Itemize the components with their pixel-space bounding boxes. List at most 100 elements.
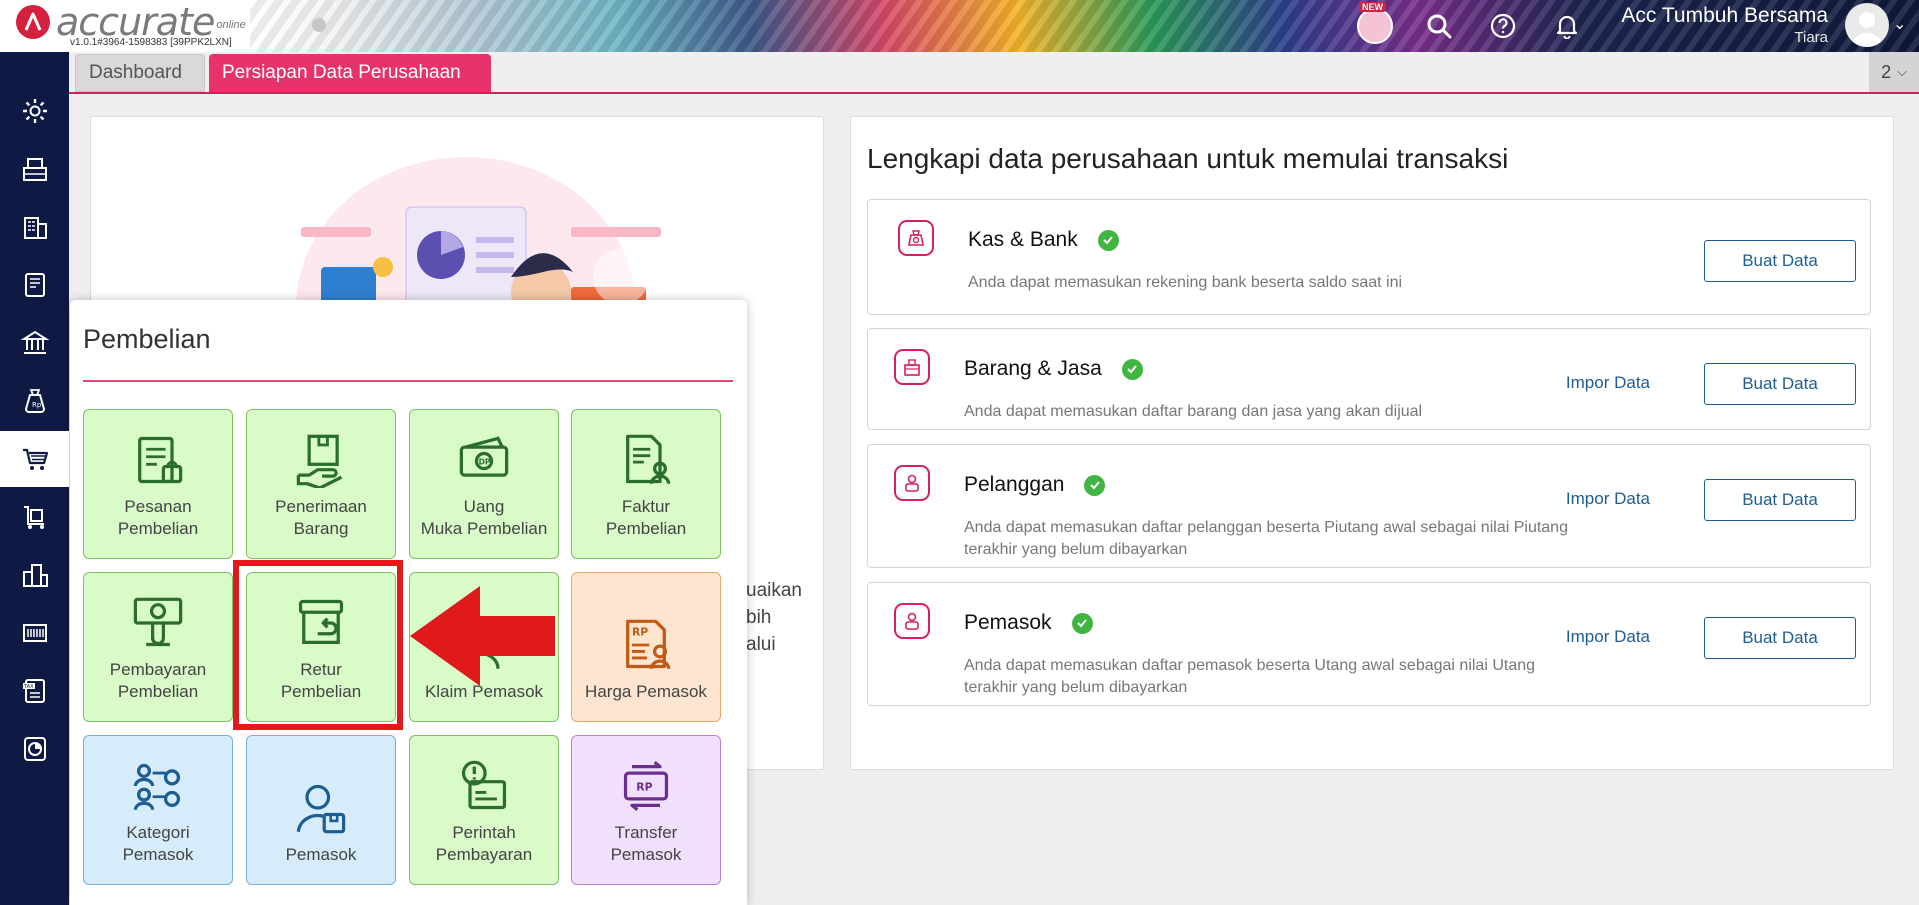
transfer-icon: RP: [623, 761, 669, 811]
popup-title: Pembelian: [83, 324, 211, 354]
menu-tile-label: Pembayaran Pembelian: [109, 660, 207, 701]
setup-item-pelanggan: Pelanggan Anda dapat memasukan daftar pe…: [867, 444, 1871, 568]
company-switcher[interactable]: Acc Tumbuh Bersama Tiara: [1610, 3, 1828, 46]
sidebar-item-barcode[interactable]: [0, 605, 69, 661]
svg-text:Rp: Rp: [32, 401, 42, 409]
setup-item-barang-jasa: Barang & Jasa Anda dapat memasukan dafta…: [867, 328, 1871, 430]
gear-icon: [22, 99, 47, 123]
sidebar-item-book[interactable]: [0, 257, 69, 313]
category-icon: [133, 763, 181, 810]
cart-icon: [22, 448, 48, 470]
menu-tile-uang-muka-pembelian[interactable]: DP Uang Muka Pembelian: [409, 409, 559, 559]
menu-tile-pesanan-pembelian[interactable]: Pesanan Pembelian: [83, 409, 233, 559]
menu-tile-label: Faktur Pembelian: [605, 497, 687, 538]
buat-data-button-barang-jasa[interactable]: Buat Data: [1704, 363, 1856, 405]
impor-data-link-pelanggan[interactable]: Impor Data: [1566, 489, 1650, 509]
setup-item-title: Pelanggan: [964, 473, 1065, 496]
setup-title: Lengkapi data perusahaan untuk memulai t…: [867, 143, 1509, 174]
logo-text: accurate: [56, 0, 215, 44]
building-icon: [23, 217, 47, 239]
logo-subtext: online: [216, 19, 246, 31]
menu-tile-pembayaran-pembelian[interactable]: Pembayaran Pembelian: [83, 572, 233, 722]
whats-new-button[interactable]: NEW: [1355, 2, 1395, 46]
menu-tile-perintah-pembayaran[interactable]: Perintah Pembayaran: [409, 735, 559, 885]
check-icon: [1097, 229, 1119, 251]
sidebar-item-bank[interactable]: [0, 315, 69, 371]
setup-item-pemasok: Pemasok Anda dapat memasukan daftar pema…: [867, 582, 1871, 706]
chevron-down-icon: ⌵: [1897, 64, 1907, 79]
svg-text:DP: DP: [479, 457, 491, 466]
sidebar-item-gear[interactable]: [0, 83, 69, 139]
menu-tile-pemasok[interactable]: Pemasok: [246, 735, 396, 885]
menu-tile-faktur-pembelian[interactable]: Faktur Pembelian: [571, 409, 721, 559]
new-badge: NEW: [1359, 2, 1386, 12]
sidebar-item-cart[interactable]: [0, 431, 69, 487]
supplier-icon: [296, 784, 346, 834]
payment-icon: [133, 597, 183, 647]
payment-order-icon: [461, 760, 507, 810]
search-icon: [1427, 14, 1452, 39]
tab-bar: Dashboard Persiapan Data Perusahaan 2 ⌵: [69, 52, 1919, 94]
notification-button[interactable]: [1547, 6, 1587, 46]
cashier-icon: [22, 158, 47, 181]
setup-item-desc: Anda dapat memasukan daftar barang dan j…: [964, 403, 1423, 420]
price-list-icon: RP: [626, 619, 671, 669]
highlight-box: [233, 560, 403, 730]
supplier-icon: [894, 603, 930, 639]
sidebar-item-city[interactable]: [0, 547, 69, 603]
buat-data-button-pelanggan[interactable]: Buat Data: [1704, 479, 1856, 521]
sidebar-item-cashier[interactable]: [0, 141, 69, 197]
menu-tile-label: Pemasok: [285, 845, 357, 864]
sidebar-item-money-bag[interactable]: Rp: [0, 373, 69, 429]
customer-icon: [894, 465, 930, 501]
cash-bag-icon: [898, 220, 934, 256]
chevron-down-icon[interactable]: ⌄: [1893, 14, 1906, 34]
menu-tile-penerimaan-barang[interactable]: Penerimaan Barang: [246, 409, 396, 559]
setup-card: Lengkapi data perusahaan untuk memulai t…: [850, 116, 1894, 770]
check-icon: [1121, 358, 1143, 380]
tab-dashboard[interactable]: Dashboard: [75, 54, 205, 92]
setup-item-title: Pemasok: [964, 611, 1052, 634]
setup-item-title: Barang & Jasa: [964, 357, 1102, 380]
menu-tile-label: Perintah Pembayaran: [435, 823, 533, 864]
search-button[interactable]: [1419, 6, 1459, 46]
partial-intro-text: uaikan bih alui: [746, 580, 802, 655]
buat-data-button-pemasok[interactable]: Buat Data: [1704, 617, 1856, 659]
menu-tile-transfer-pemasok[interactable]: RP Transfer Pemasok: [571, 735, 721, 885]
menu-tile-harga-pemasok[interactable]: RP Harga Pemasok: [571, 572, 721, 722]
company-name: Acc Tumbuh Bersama: [1621, 4, 1828, 27]
setup-item-desc: Anda dapat memasukan daftar pelanggan be…: [964, 519, 1568, 558]
svg-text:TAX: TAX: [23, 684, 34, 690]
sidebar-item-report[interactable]: [0, 721, 69, 777]
svg-text:RP: RP: [632, 625, 648, 638]
pointer-arrow-icon: [410, 586, 555, 686]
receive-box-icon: [296, 434, 343, 488]
tab-persiapan-data-perusahaan[interactable]: Persiapan Data Perusahaan: [209, 54, 491, 92]
bank-icon: [20, 330, 49, 354]
money-bag-icon: Rp: [24, 389, 45, 413]
menu-tile-label: Pesanan Pembelian: [117, 497, 199, 538]
menu-tile-label: Uang Muka Pembelian: [420, 497, 548, 538]
buat-data-button-kas-bank[interactable]: Buat Data: [1704, 240, 1856, 282]
accurate-logo[interactable]: accurate online: [16, 3, 246, 41]
tab-count-dropdown[interactable]: 2 ⌵: [1869, 52, 1919, 92]
sidebar-item-building[interactable]: [0, 199, 69, 255]
header-actions: NEW: [1355, 2, 1611, 46]
menu-tile-label: Transfer Pemasok: [610, 823, 682, 864]
impor-data-link-barang-jasa[interactable]: Impor Data: [1566, 373, 1650, 393]
help-button[interactable]: [1483, 6, 1523, 46]
menu-tile-kategori-pemasok[interactable]: Kategori Pemasok: [83, 735, 233, 885]
bell-icon: [1556, 15, 1578, 39]
impor-data-link-pemasok[interactable]: Impor Data: [1566, 627, 1650, 647]
city-icon: [22, 564, 48, 587]
svg-text:RP: RP: [636, 780, 652, 793]
setup-item-kas-bank: Kas & Bank Anda dapat memasukan rekening…: [867, 199, 1871, 315]
menu-tile-label: Harga Pemasok: [585, 682, 707, 701]
user-avatar[interactable]: [1845, 3, 1889, 47]
sidebar-item-trolley[interactable]: [0, 489, 69, 545]
sidebar-item-tax[interactable]: TAX: [0, 663, 69, 719]
down-payment-icon: DP: [459, 436, 509, 477]
tab-count: 2: [1881, 61, 1892, 82]
setup-item-desc: Anda dapat memasukan rekening bank beser…: [968, 274, 1403, 291]
report-icon: [23, 737, 46, 761]
